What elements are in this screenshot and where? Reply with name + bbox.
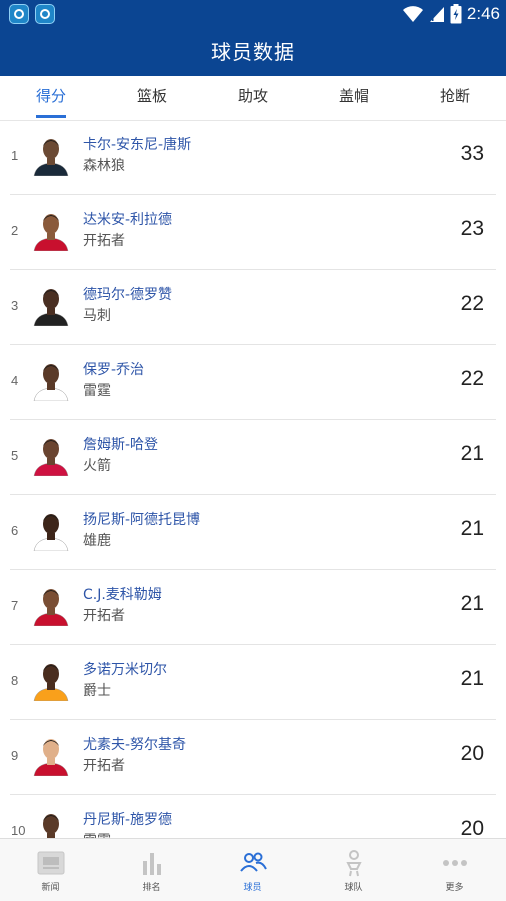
player-stat-value: 22 [460,367,484,390]
nav-news[interactable]: 新闻 [0,839,101,901]
nav-label: 排名 [142,883,161,893]
player-name[interactable]: 詹姆斯-哈登 [83,434,158,454]
bottom-navigation: 新闻 排名 球员 球队 更多 [0,838,506,901]
player-team: 开拓者 [83,758,125,774]
stat-tabs: 得分 篮板 助攻 盖帽 抢断 [0,76,506,121]
player-stat-value: 20 [460,742,484,765]
player-name[interactable]: C.J.麦科勒姆 [83,584,162,604]
player-avatar [33,439,69,476]
player-rank: 6 [11,523,19,538]
player-rank: 7 [11,598,19,613]
clock: 2:46 [466,4,500,23]
tab-assists[interactable]: 助攻 [213,76,293,120]
player-row[interactable]: 10 丹尼斯-施罗德雷霆 20 [0,795,506,838]
nav-players[interactable]: 球员 [202,839,303,901]
player-rank: 3 [11,298,19,313]
player-name[interactable]: 丹尼斯-施罗德 [83,809,172,829]
notification-app-icon [9,4,29,24]
player-team: 火箭 [83,458,111,474]
tab-steals[interactable]: 抢断 [415,76,495,120]
signal-icon [429,7,444,22]
player-rank: 5 [11,448,19,463]
player-avatar [33,364,69,401]
news-icon [37,851,65,875]
player-avatar [33,139,69,176]
nav-more[interactable]: 更多 [404,839,505,901]
player-rank: 8 [11,673,19,688]
player-team: 开拓者 [83,608,125,624]
player-stat-value: 21 [460,592,484,615]
player-avatar [33,289,69,326]
player-row[interactable]: 2 达米安-利拉德开拓者 23 [0,195,506,270]
player-stat-value: 21 [460,667,484,690]
player-name[interactable]: 尤素夫-努尔基奇 [83,734,186,754]
wifi-icon [402,6,423,22]
players-icon [240,852,267,872]
nav-label: 更多 [445,883,464,893]
player-team: 雄鹿 [83,533,111,549]
player-name[interactable]: 达米安-利拉德 [83,209,172,229]
player-stat-value: 23 [460,217,484,240]
player-team: 雷霆 [83,383,111,399]
player-avatar [33,589,69,626]
player-name[interactable]: 多诺万米切尔 [83,659,167,679]
status-bar: 2:46 [0,0,506,28]
player-row[interactable]: 5 詹姆斯-哈登火箭 21 [0,420,506,495]
player-rank: 1 [11,148,19,163]
player-row[interactable]: 1 卡尔-安东尼-唐斯森林狼 33 [0,120,506,195]
team-icon [346,850,362,877]
tab-rebounds[interactable]: 篮板 [112,76,192,120]
ranking-icon [143,853,161,875]
page-title: 球员数据 [0,28,506,76]
nav-label: 球员 [243,883,262,893]
nav-label: 球队 [344,883,363,893]
player-rank: 4 [11,373,19,388]
active-tab-indicator [36,115,66,118]
player-team: 雷霆 [83,830,111,838]
player-avatar [33,664,69,701]
player-name[interactable]: 卡尔-安东尼-唐斯 [83,134,191,154]
player-team: 森林狼 [83,158,125,174]
player-name[interactable]: 扬尼斯-阿德托昆博 [83,509,200,529]
nav-team[interactable]: 球队 [303,839,404,901]
player-list[interactable]: 1 卡尔-安东尼-唐斯 森林狼 33 2 达米安-利拉德 开拓者 23 3 德玛尔-德罗赞 马刺 22… [0,120,506,838]
player-rank: 2 [11,223,19,238]
player-avatar [33,739,69,776]
player-name[interactable]: 德玛尔-德罗赞 [83,284,172,304]
player-row[interactable]: 4 保罗-乔治雷霆 22 [0,345,506,420]
player-stat-value: 20 [460,817,484,838]
player-rank: 10 [11,823,26,838]
tab-points[interactable]: 得分 [11,76,91,120]
nav-ranking[interactable]: 排名 [101,839,202,901]
player-row[interactable]: 3 德玛尔-德罗赞马刺 22 [0,270,506,345]
player-team: 爵士 [83,683,111,699]
player-stat-value: 33 [460,142,484,165]
player-avatar [43,814,59,838]
player-stat-value: 21 [460,442,484,465]
tab-blocks[interactable]: 盖帽 [314,76,394,120]
player-team: 马刺 [83,308,111,324]
player-avatar [33,514,69,551]
more-icon [443,860,467,866]
player-avatar [33,214,69,251]
battery-icon [450,4,462,24]
player-row[interactable]: 6 扬尼斯-阿德托昆博雄鹿 21 [0,495,506,570]
player-row[interactable]: 9 尤素夫-努尔基奇开拓者 20 [0,720,506,795]
player-row[interactable]: 7 C.J.麦科勒姆开拓者 21 [0,570,506,645]
player-name[interactable]: 保罗-乔治 [83,359,144,379]
player-stat-value: 21 [460,517,484,540]
player-row[interactable]: 8 多诺万米切尔爵士 21 [0,645,506,720]
player-team: 开拓者 [83,233,125,249]
notification-app-icon [35,4,55,24]
player-rank: 9 [11,748,19,763]
player-stat-value: 22 [460,292,484,315]
nav-label: 新闻 [41,883,60,893]
